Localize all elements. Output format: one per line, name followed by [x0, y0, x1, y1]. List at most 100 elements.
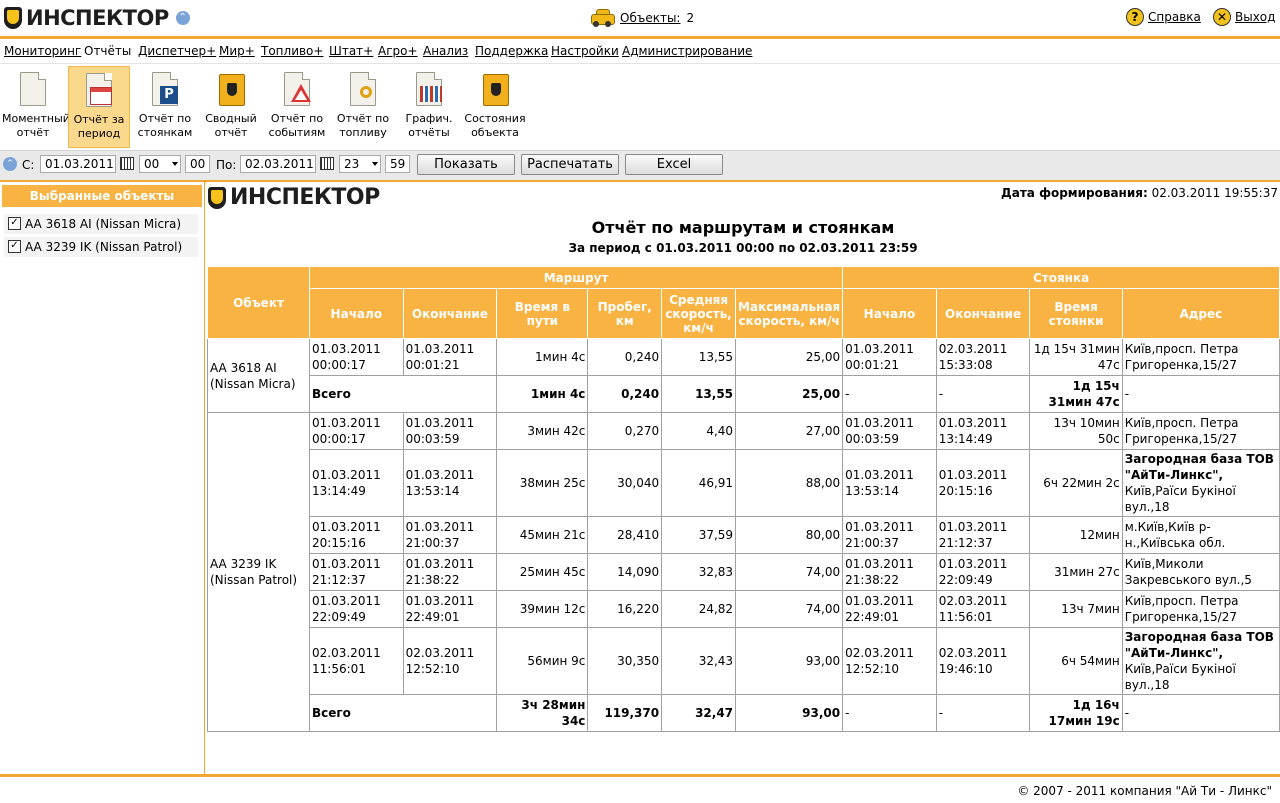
exit-link-group[interactable]: ✕ Выход — [1213, 8, 1275, 26]
to-date-input[interactable]: 02.03.2011 — [240, 155, 316, 173]
object-cell: AA 3239 IK (Nissan Patrol) — [206, 412, 311, 732]
tool-period-report[interactable]: Отчёт за период — [68, 66, 130, 148]
parking-start-cell: 01.03.2011 21:38:22 — [842, 553, 937, 591]
mileage-cell: 30,350 — [587, 627, 663, 695]
selected-objects-panel: Выбранные объекты ✓ AA 3618 AI (Nissan Mi… — [0, 182, 205, 774]
to-label: По: — [216, 158, 237, 172]
report-toolbar: Моментный отчёт Отчёт за период P Отчёт по… — [0, 64, 1280, 150]
menu-mir[interactable]: Мир+ — [219, 44, 255, 58]
parking-time-cell: 12мин — [1029, 516, 1123, 554]
menu-support[interactable]: Поддержка — [475, 44, 548, 58]
menu-staff[interactable]: Штат+ — [329, 44, 373, 58]
show-button[interactable]: Показать — [417, 154, 515, 175]
total-label: Всего — [309, 375, 498, 413]
parking-start-cell: 01.03.2011 00:01:21 — [842, 338, 937, 376]
parking-end-cell: 02.03.2011 11:56:01 — [935, 590, 1031, 628]
collapse-header-icon[interactable]: ⌃ — [175, 11, 190, 25]
menu-reports[interactable]: Отчёты — [84, 44, 131, 58]
tool-parking-report[interactable]: P Отчёт по стоянкам — [134, 66, 196, 148]
collapse-toolbar-icon[interactable]: ⌃ — [3, 157, 17, 171]
help-link-group[interactable]: ? Справка — [1126, 8, 1201, 26]
print-button[interactable]: Распечатать — [521, 154, 619, 175]
total-row: Всего 3ч 28мин 34с 119,370 32,47 93,00- -1д 1… — [208, 694, 1280, 732]
logo-text: ИНСПЕКТОР — [26, 6, 169, 30]
menu-settings[interactable]: Настройки — [551, 44, 619, 58]
address-cell: Київ,просп. Петра Григоренка,15/27 — [1121, 590, 1280, 628]
help-icon[interactable]: ? — [1126, 8, 1144, 26]
tool-instant-report[interactable]: Моментный отчёт — [2, 66, 70, 148]
col-group-parking: Стоянка — [842, 266, 1280, 289]
parking-end-cell: 02.03.2011 15:33:08 — [935, 338, 1031, 376]
to-minute-input[interactable]: 59 — [385, 155, 410, 173]
object-item[interactable]: ✓ AA 3239 IK (Nissan Patrol) — [4, 237, 198, 257]
mileage-cell: 16,220 — [587, 590, 663, 628]
objects-link[interactable]: Объекты: — [620, 11, 680, 25]
help-link[interactable]: Справка — [1148, 10, 1201, 24]
address-cell: м.Київ,Київ р-н.,Київська обл. — [1121, 516, 1280, 554]
menu-fuel[interactable]: Топливо+ — [261, 44, 323, 58]
col-parking-time: Время стоянки — [1029, 288, 1123, 339]
total-max-speed: 25,00 — [735, 375, 844, 413]
to-calendar-icon[interactable] — [320, 157, 334, 170]
from-hour-select[interactable]: 00 — [139, 155, 181, 173]
tool-events-report[interactable]: Отчёт по событиям — [266, 66, 328, 148]
shield-logo-icon — [208, 186, 226, 209]
mileage-cell: 0,270 — [587, 412, 663, 450]
col-mileage: Пробег, км — [587, 288, 663, 339]
address-text: Київ,Раїси Букіної вул.,18 — [1124, 484, 1236, 514]
table-row: AA 3618 AI (Nissan Micra) 01.03.2011 00:0… — [206, 338, 1280, 413]
travel-time-cell: 3мин 42с — [496, 412, 589, 450]
tool-summary-report[interactable]: Сводный отчёт — [200, 66, 262, 148]
end-cell: 02.03.2011 12:52:10 — [402, 627, 498, 695]
menu-dispatcher[interactable]: Диспетчер+ — [138, 44, 216, 58]
report-title: Отчёт по маршрутам и стоянкам — [591, 218, 895, 237]
col-parking-end: Окончание — [935, 288, 1031, 339]
max-speed-cell: 27,00 — [735, 412, 844, 450]
from-calendar-icon[interactable] — [120, 157, 134, 170]
object-item[interactable]: ✓ AA 3618 AI (Nissan Micra) — [4, 214, 198, 234]
total-mileage: 0,240 — [587, 375, 663, 413]
doc-icon — [20, 72, 46, 106]
checkbox-checked-icon[interactable]: ✓ — [8, 240, 21, 253]
menu-administration[interactable]: Администрирование — [622, 44, 752, 58]
total-travel-time: 3ч 28мин 34с — [496, 694, 589, 732]
total-travel-time: 1мин 4с — [496, 375, 589, 413]
copyright: © 2007 - 2011 компания "Ай Ти - Линкс" — [1017, 784, 1272, 798]
address-place-name: Загородная база ТОВ "АйТи-Линкс", — [1124, 630, 1274, 660]
objects-counter[interactable]: Объекты: 2 — [590, 9, 694, 27]
menu-monitoring[interactable]: Мониторинг — [4, 44, 81, 58]
parking-report-icon: P — [160, 86, 178, 104]
end-cell: 01.03.2011 22:49:01 — [402, 590, 498, 628]
table-row: 01.03.2011 22:09:49 01.03.2011 22:49:01 39… — [208, 590, 1280, 628]
total-row: Всего 1мин 4с 0,240 13,55 25,00- -1д 15ч 31ми… — [208, 375, 1280, 413]
total-max-speed: 93,00 — [735, 694, 844, 732]
summary-book-icon — [219, 74, 245, 106]
app-header: ИНСПЕКТОР ⌃ Объекты: 2 ? Справка ✕ Выход — [0, 0, 1280, 39]
report-area: ИНСПЕКТОР Дата формирования: 02.03.2011 … — [206, 182, 1280, 774]
max-speed-cell: 74,00 — [735, 553, 844, 591]
checkbox-checked-icon[interactable]: ✓ — [8, 217, 21, 230]
excel-button[interactable]: Excel — [625, 154, 723, 175]
avg-speed-cell: 13,55 — [661, 338, 737, 376]
menu-agro[interactable]: Агро+ — [378, 44, 418, 58]
main-menu: Мониторинг Отчёты Диспетчер+ Мир+ Топлив… — [0, 39, 1280, 64]
travel-time-cell: 38мин 25с — [496, 449, 589, 517]
close-icon[interactable]: ✕ — [1213, 8, 1231, 26]
fuel-report-icon — [360, 86, 372, 98]
from-minute-input[interactable]: 00 — [185, 155, 210, 173]
start-cell: 01.03.2011 22:09:49 — [309, 590, 404, 628]
to-hour-select[interactable]: 23 — [339, 155, 381, 173]
tool-graphic-reports[interactable]: Графич. отчёты — [398, 66, 460, 148]
from-date-input[interactable]: 01.03.2011 — [40, 155, 116, 173]
start-cell: 01.03.2011 00:00:17 — [309, 412, 404, 450]
total-mileage: 119,370 — [587, 694, 663, 732]
exit-link[interactable]: Выход — [1235, 10, 1275, 24]
address-text: Київ,Миколи Закревського вул.,5 — [1124, 557, 1252, 587]
tool-fuel-report[interactable]: Отчёт по топливу — [332, 66, 394, 148]
address-cell: Київ,Миколи Закревського вул.,5 — [1121, 553, 1280, 591]
tool-object-state[interactable]: Состояния объекта — [464, 66, 526, 148]
menu-analysis[interactable]: Анализ — [423, 44, 468, 58]
col-end: Окончание — [402, 288, 498, 339]
col-travel-time: Время в пути — [496, 288, 589, 339]
chevron-down-icon — [172, 162, 178, 166]
